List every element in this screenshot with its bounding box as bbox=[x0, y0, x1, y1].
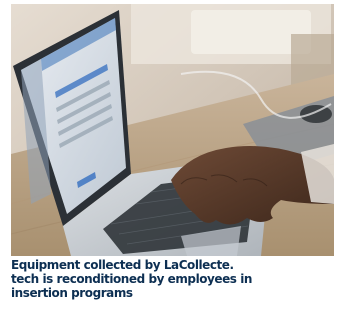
article-figure: ASUS Equipment collected by LaCo bbox=[0, 0, 338, 310]
computer-mouse bbox=[300, 105, 332, 123]
caption-line-3: insertion programs bbox=[11, 286, 133, 300]
laptop-photo: ASUS bbox=[11, 4, 334, 256]
caption-line-1: Equipment collected by LaCollecte. bbox=[11, 258, 234, 272]
photo-caption: Equipment collected by LaCollecte. tech … bbox=[11, 258, 334, 300]
caption-line-2: tech is reconditioned by employees in bbox=[11, 272, 252, 286]
